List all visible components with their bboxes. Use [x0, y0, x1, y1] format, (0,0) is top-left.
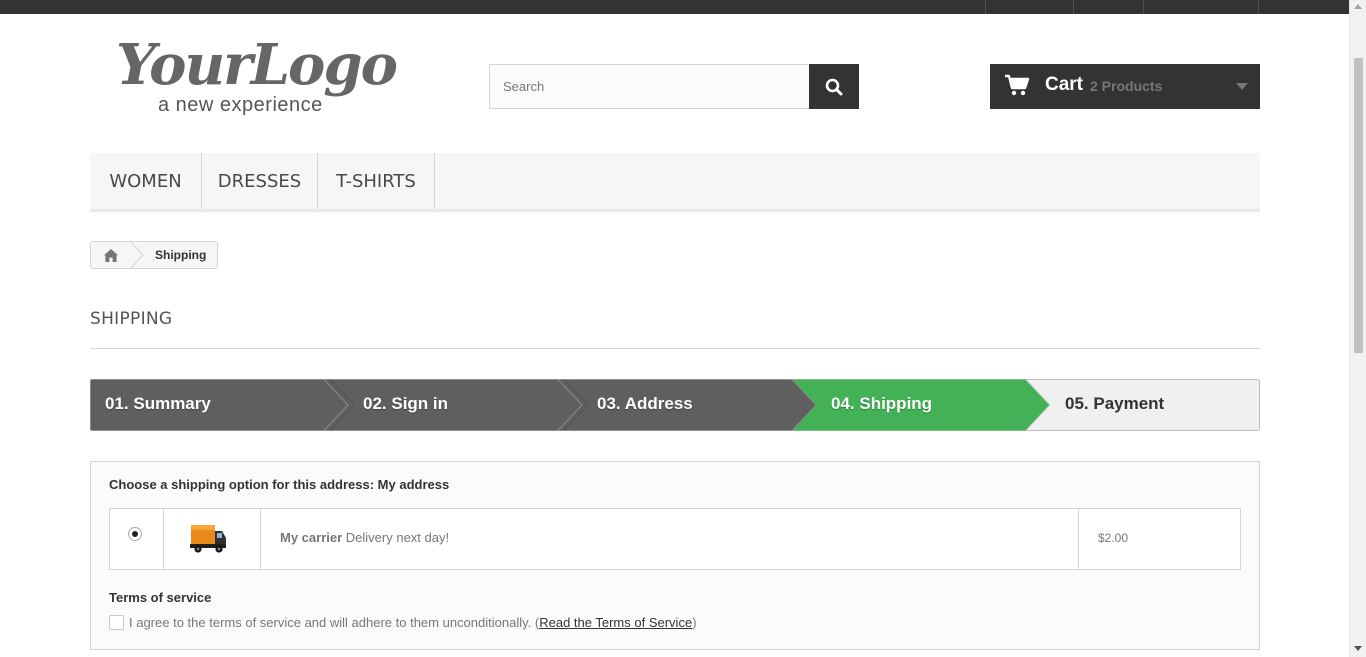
- radio-selected-dot: [132, 531, 138, 537]
- search-form: [489, 64, 859, 109]
- home-icon: [104, 248, 118, 262]
- shopping-cart-icon: [1005, 74, 1030, 96]
- carrier-name: My carrier: [280, 530, 343, 545]
- top-nav-separator: [1143, 0, 1144, 14]
- menu-item-women[interactable]: Women: [90, 153, 202, 209]
- carrier-radio[interactable]: [128, 527, 142, 541]
- breadcrumb-home-link[interactable]: [91, 242, 131, 268]
- step-summary[interactable]: 01. Summary: [105, 394, 211, 414]
- terms-checkbox[interactable]: [109, 615, 124, 630]
- breadcrumb-current: Shipping: [155, 248, 207, 262]
- terms-text: I agree to the terms of service and will…: [129, 615, 532, 630]
- carrier-radio-cell: [110, 509, 164, 569]
- page-scrollbar[interactable]: [1349, 0, 1366, 657]
- top-nav-separator: [1073, 0, 1074, 14]
- terms-link-close: ): [692, 615, 697, 630]
- cart-title: Cart: [1045, 74, 1084, 95]
- step-shipping: 04. Shipping: [831, 394, 933, 413]
- search-button[interactable]: [809, 64, 859, 109]
- carrier-description: My carrier Delivery next day!: [280, 530, 449, 545]
- terms-link[interactable]: Read the Terms of Service: [539, 615, 692, 630]
- terms-label: I agree to the terms of service and will…: [129, 615, 697, 630]
- breadcrumb: Shipping: [90, 241, 218, 269]
- shipping-address-label: Choose a shipping option for this addres…: [109, 477, 450, 492]
- breadcrumb-separator-icon: [130, 242, 144, 268]
- search-icon: [825, 78, 843, 95]
- menu-item-tshirts[interactable]: T-shirts: [318, 153, 435, 209]
- page-title: SHIPPING: [90, 309, 1260, 349]
- shipping-options-panel: Choose a shipping option for this addres…: [90, 461, 1260, 650]
- step-address[interactable]: 03. Address: [597, 394, 693, 414]
- shop-logo[interactable]: YourLogo a new experience: [112, 32, 402, 122]
- scroll-down-arrow-icon[interactable]: [1354, 646, 1362, 651]
- search-input[interactable]: [489, 64, 810, 109]
- scroll-up-arrow-icon[interactable]: [1354, 4, 1362, 9]
- main-menu: Women Dresses T-shirts: [90, 153, 1260, 212]
- top-nav-separator: [1258, 0, 1259, 14]
- logo-tagline: a new experience: [158, 94, 323, 116]
- step-sign-in[interactable]: 02. Sign in: [363, 394, 448, 414]
- carrier-logo-cell: [164, 509, 261, 569]
- delivery-truck-icon: [190, 525, 226, 553]
- carrier-option-row[interactable]: My carrier Delivery next day! $2.00: [109, 508, 1241, 570]
- top-nav-bar: [0, 0, 1349, 14]
- top-nav-separator: [985, 0, 986, 14]
- logo-wordmark: YourLogo: [116, 32, 398, 98]
- carrier-delay: Delivery next day!: [345, 530, 450, 545]
- chevron-down-icon: [1236, 83, 1248, 90]
- cart-quantity: 2 Products: [1090, 78, 1163, 94]
- step-payment: 05. Payment: [1065, 394, 1165, 413]
- terms-title: Terms of service: [109, 590, 212, 605]
- cart-button[interactable]: Cart 2 Products: [990, 64, 1260, 109]
- menu-item-dresses[interactable]: Dresses: [202, 153, 318, 209]
- scrollbar-thumb[interactable]: [1354, 58, 1363, 353]
- carrier-price: $2.00: [1098, 531, 1129, 545]
- order-steps: 01. Summary 02. Sign in 03. Address 04. …: [90, 379, 1260, 431]
